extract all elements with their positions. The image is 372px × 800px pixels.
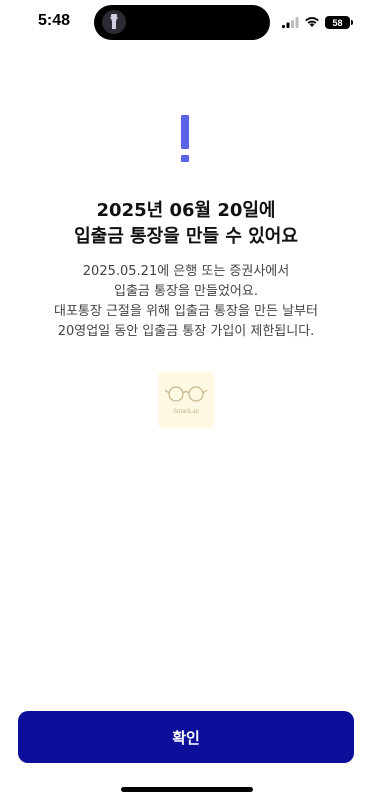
description-line-4: 20영업일 동안 입출금 통장 가입이 제한됩니다. <box>57 324 315 339</box>
status-time: 5:48 <box>38 12 71 29</box>
flashlight-icon <box>102 10 126 34</box>
watermark-logo: SmartLab <box>158 372 214 428</box>
signal-icon <box>282 13 299 32</box>
status-bar: 5:48 58 <box>0 0 372 46</box>
watermark-text: SmartLab <box>172 409 199 415</box>
exclamation-icon <box>181 115 189 162</box>
confirm-button[interactable]: 확인 <box>18 711 354 763</box>
description-line-3: 대포통장 근절을 위해 입출금 통장을 만든 날부터 <box>54 304 318 319</box>
screen: 5:48 58 2025년 06월 20일에 입출금 통장을 만들 수 있어요 … <box>0 0 372 800</box>
title-line-1: 2025년 06월 20일에 <box>96 200 276 221</box>
exclamation-dot <box>181 155 189 162</box>
home-indicator <box>121 787 253 792</box>
dynamic-island <box>94 5 270 40</box>
description-line-1: 2025.05.21에 은행 또는 증권사에서 <box>82 264 290 279</box>
battery-icon: 58 <box>325 16 353 29</box>
description: 2025.05.21에 은행 또는 증권사에서 입출금 통장을 만들었어요. 대… <box>0 262 372 342</box>
page-title: 2025년 06월 20일에 입출금 통장을 만들 수 있어요 <box>0 198 372 250</box>
glasses-icon <box>164 385 208 407</box>
exclamation-bar <box>181 115 189 149</box>
wifi-icon <box>304 13 320 32</box>
title-line-2: 입출금 통장을 만들 수 있어요 <box>74 226 298 247</box>
description-line-2: 입출금 통장을 만들었어요. <box>114 284 258 299</box>
status-icons: 58 <box>282 13 353 32</box>
